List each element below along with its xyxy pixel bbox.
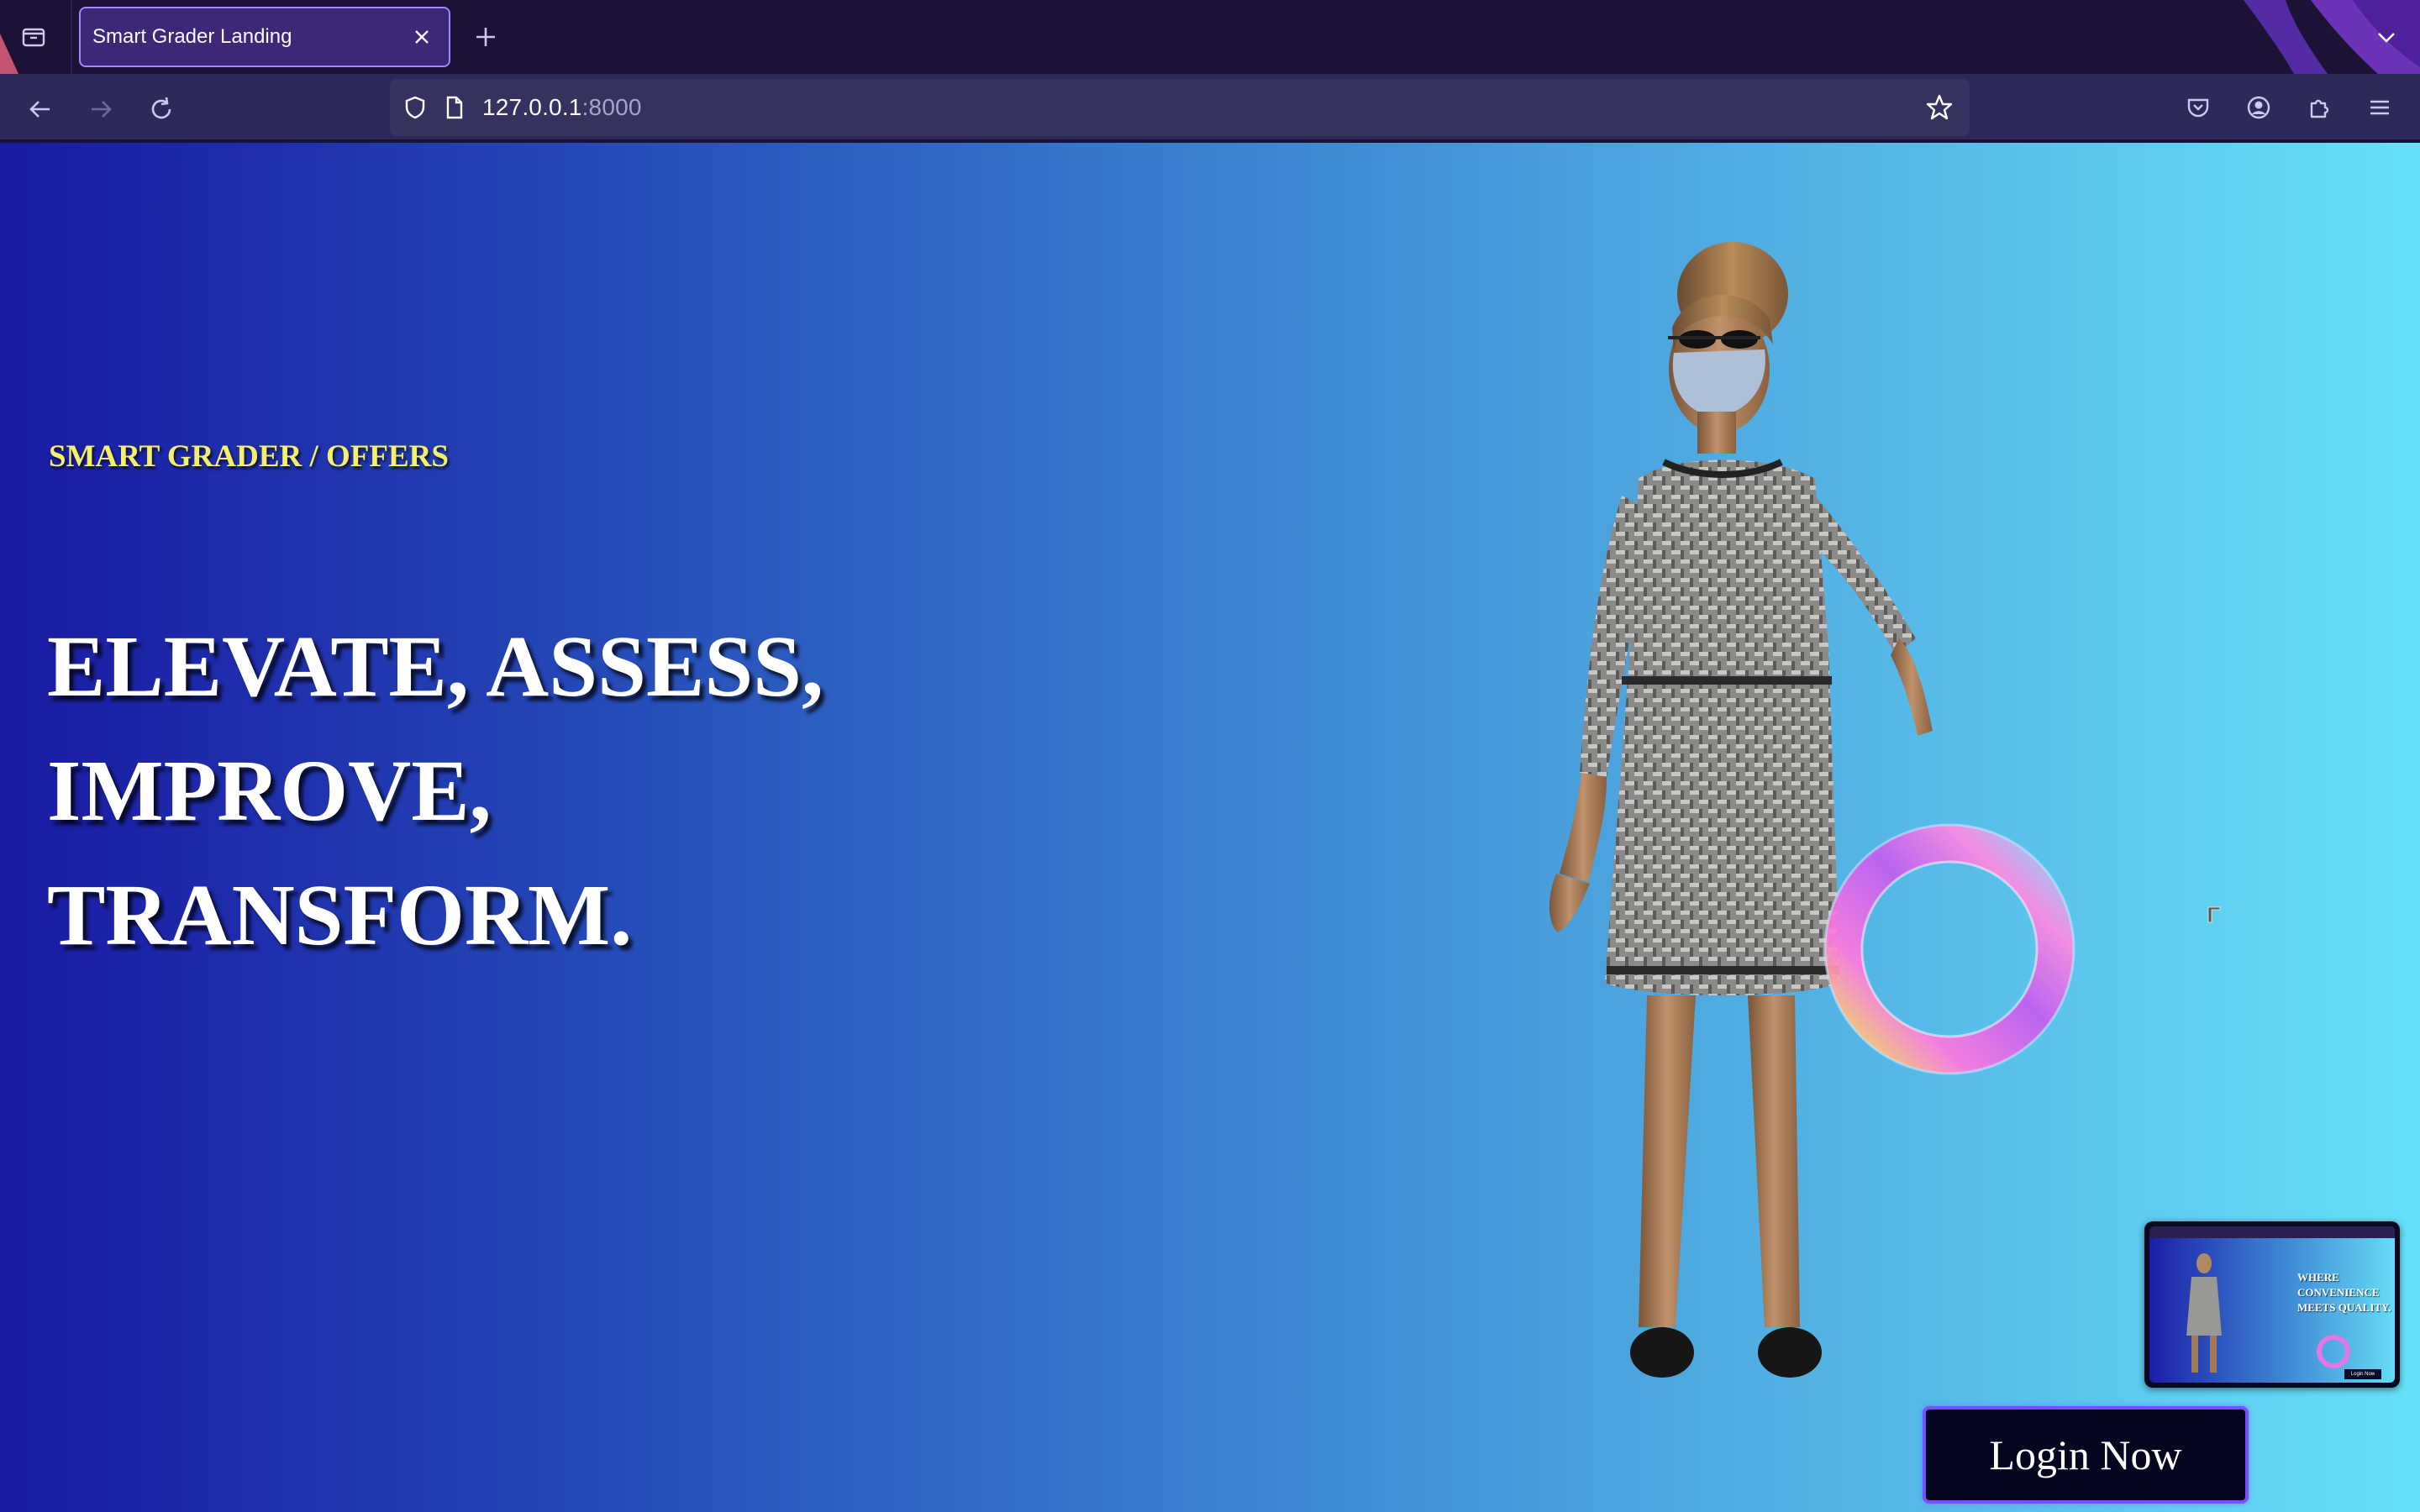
headline-line-3: TRANSFORM. xyxy=(47,867,633,963)
plus-icon xyxy=(476,28,495,46)
headline-line-1: ELEVATE, ASSESS, xyxy=(47,618,824,715)
eyebrow-label: SMART GRADER / OFFERS xyxy=(49,439,449,474)
browser-nav-bar: 127.0.0.1:8000 xyxy=(0,74,2420,141)
login-now-button[interactable]: Login Now xyxy=(1923,1406,2249,1504)
chevron-down-icon xyxy=(2378,33,2395,43)
tab-title: Smart Grader Landing xyxy=(92,25,292,48)
thumbnail-login-button: Login Now xyxy=(2344,1369,2381,1379)
thumbnail-browser-chrome xyxy=(2149,1226,2395,1238)
tab-separator xyxy=(71,0,72,74)
thumbnail-headline-line-2: CONVENIENCE xyxy=(2297,1286,2380,1299)
tab-list-button[interactable] xyxy=(2370,20,2403,54)
hero-headline: ELEVATE, ASSESS, IMPROVE, TRANSFORM. xyxy=(47,605,823,978)
sidebar-icon xyxy=(22,28,45,47)
thumbnail-canvas: WHERE CONVENIENCE MEETS QUALITY. Login N… xyxy=(2149,1226,2395,1383)
thumbnail-headline-line-3: MEETS QUALITY. xyxy=(2297,1301,2391,1314)
app-menu-button[interactable] xyxy=(2361,89,2398,126)
thumbnail-ring xyxy=(2317,1335,2350,1368)
thumbnail-headline: WHERE CONVENIENCE MEETS QUALITY. xyxy=(2297,1270,2391,1315)
headline-line-2: IMPROVE, xyxy=(47,743,492,839)
landing-page: SMART GRADER / OFFERS ELEVATE, ASSESS, I… xyxy=(0,143,2420,1512)
pocket-icon xyxy=(2187,98,2209,118)
holographic-ring-graphic xyxy=(1823,823,2075,1075)
pocket-button[interactable] xyxy=(2180,89,2217,126)
sidebar-toggle-button[interactable] xyxy=(17,20,50,54)
tab-smart-grader[interactable]: Smart Grader Landing xyxy=(79,7,450,67)
close-icon xyxy=(415,30,429,44)
toolbar-right xyxy=(0,74,2420,141)
thumbnail-headline-line-1: WHERE xyxy=(2297,1271,2339,1284)
browser-tab-strip: Smart Grader Landing xyxy=(0,0,2420,74)
account-button[interactable] xyxy=(2240,89,2277,126)
tab-close-button[interactable] xyxy=(405,20,439,54)
thumbnail-figure xyxy=(2186,1253,2222,1373)
hamburger-menu-icon xyxy=(2370,100,2389,115)
account-icon xyxy=(2247,96,2270,119)
screenshot-preview-thumbnail[interactable]: WHERE CONVENIENCE MEETS QUALITY. Login N… xyxy=(2144,1221,2400,1388)
mouse-cursor-icon xyxy=(2207,906,2221,923)
new-tab-button[interactable] xyxy=(469,20,502,54)
extensions-button[interactable] xyxy=(2301,89,2338,126)
puzzle-icon xyxy=(2310,99,2329,118)
